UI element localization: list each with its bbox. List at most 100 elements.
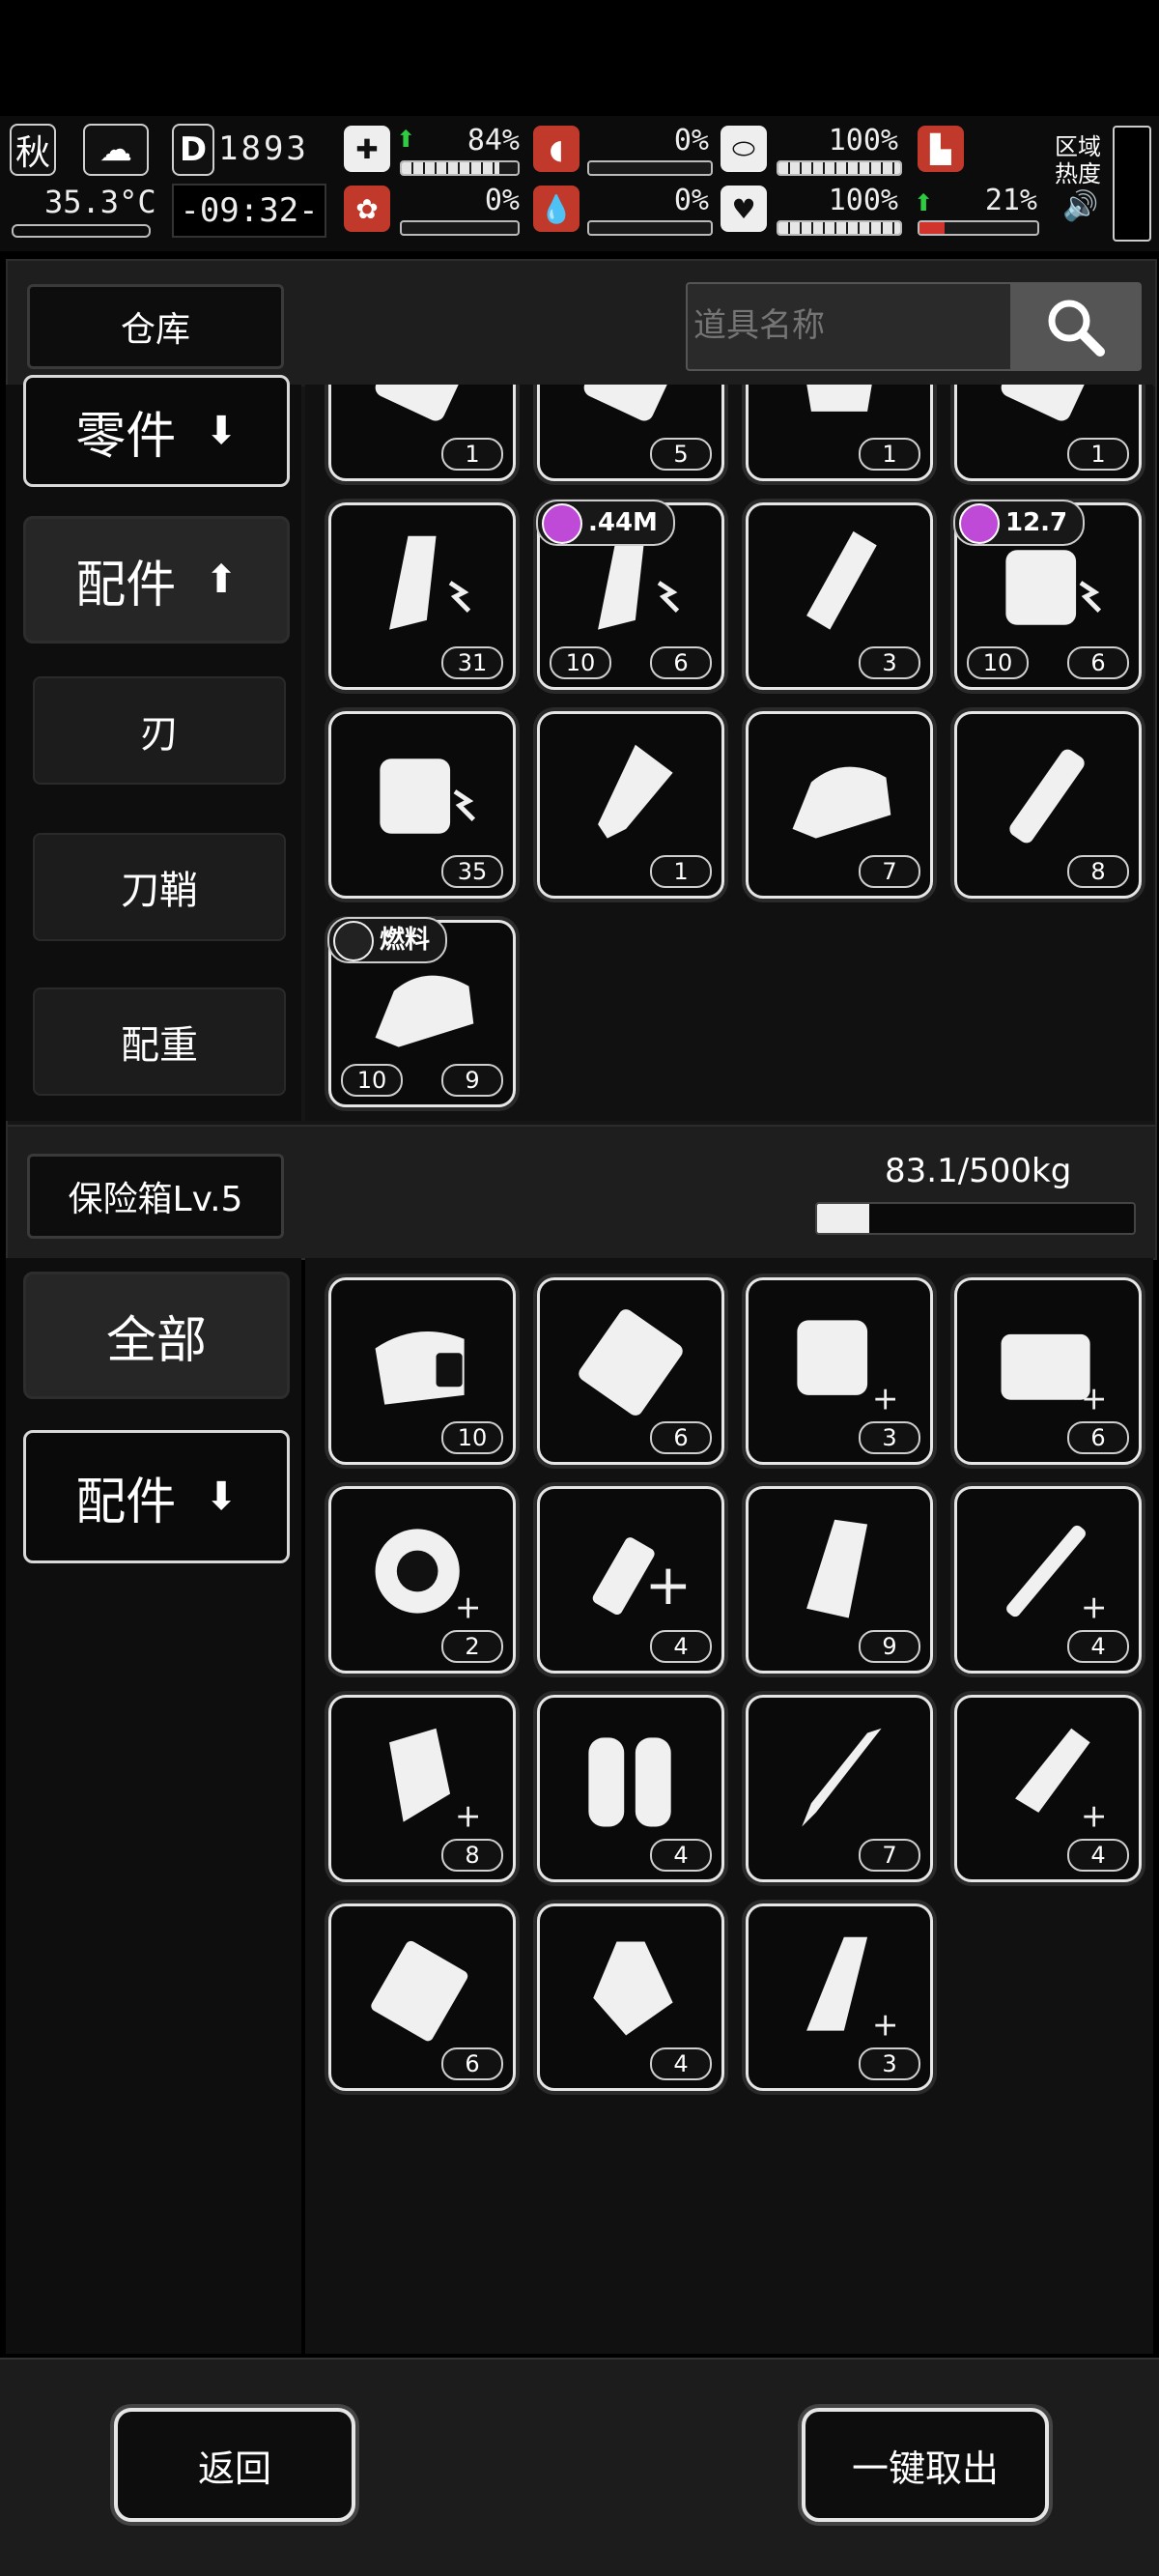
item-count: 4 [650,2047,712,2080]
knife-magazine-icon [806,530,877,630]
brain-icon: ✿ [344,186,390,232]
item-badge-label: .44M [588,508,658,537]
cloud-icon: ☁ [83,124,149,176]
health-bar [400,160,520,176]
heart-icon: ♥ [721,186,767,232]
grip-up-icon: + [1015,1728,1108,1834]
item-slot[interactable]: +8 [328,1695,516,1882]
drink-value: 100% [828,124,898,157]
item-slot[interactable]: 31 [328,502,516,690]
part-top2-icon [1001,385,1095,421]
item-slot[interactable]: +4 [954,1695,1142,1882]
item-slot[interactable]: 4 [537,1695,724,1882]
subcategory-sheath[interactable]: 刀鞘 [33,833,286,941]
svg-text:+: + [1081,1379,1108,1417]
item-secondary-count: 10 [341,1064,403,1097]
subcategory-counterweight[interactable]: 配重 [33,987,286,1096]
blade-top-icon [583,385,678,421]
item-count: 1 [650,855,712,888]
item-count: 6 [441,2047,503,2080]
subcategory-blade[interactable]: 刃 [33,676,286,785]
brain-value: 0% [484,184,520,217]
day-icon: D [172,124,214,176]
safe-item-grid: 10 6 +3 +6 +2 +4 9 +4 +8 4 7 +4 6 4 +3 [305,1258,1153,2354]
item-slot[interactable]: 1 [954,385,1142,481]
svg-text:+: + [1081,1796,1108,1834]
item-count: 6 [650,646,712,679]
blood-value: 0% [673,184,709,217]
item-count: 4 [650,1630,712,1663]
zone-heat-meter [1113,126,1151,242]
item-count: 8 [441,1839,503,1872]
arrow-up-icon: ⬆ [205,558,238,602]
status-hud: 秋 ☁ 35.3°C D 1893 -09:32- ✚ ⬆ 84% ◖ 0% ⬭… [0,116,1159,251]
item-slot[interactable]: 7 [746,711,933,899]
item-count: 7 [859,1839,920,1872]
blade-icon [802,1728,882,1827]
subcategory-label: 刃 [140,712,179,757]
svg-text:+: + [645,1552,693,1617]
item-slot[interactable]: 3 [746,502,933,690]
boot-icon: ▙ [918,126,964,172]
svg-text:+: + [455,1588,482,1625]
box-icon [371,1940,468,2042]
safe-weight-fill [817,1204,870,1233]
twin-tank-icon [588,1737,671,1827]
item-slot[interactable]: 6 [328,1903,516,2091]
item-slot[interactable]: +3 [746,1903,933,2091]
ammo-icon [959,503,1000,544]
ammo-icon [542,503,582,544]
item-slot[interactable]: 10 [328,1277,516,1465]
search-box [686,282,1142,371]
item-slot[interactable]: 6 10 .44M [536,500,724,690]
item-slot[interactable]: +4 [954,1486,1142,1674]
item-slot[interactable]: 7 [746,1695,933,1882]
item-slot[interactable]: +4 [537,1486,724,1674]
item-count: 10 [441,1421,503,1454]
item-slot[interactable]: 35 [328,711,516,899]
tube-plus-icon: + [592,1537,693,1617]
subcategory-label: 配重 [121,1023,198,1068]
item-slot[interactable]: 5 [537,385,724,481]
mag-up-icon: + [389,1728,482,1834]
clock: -09:32- [172,184,326,238]
svg-text:+: + [872,2005,899,2043]
item-slot[interactable]: 1 [328,385,516,481]
item-badge-label: 12.7 [1005,508,1068,537]
item-slot[interactable]: +2 [328,1486,516,1674]
category-accessories[interactable]: 配件 ⬆ [23,516,290,644]
item-slot[interactable]: +3 [746,1277,933,1465]
item-count: 9 [859,1630,920,1663]
safe-title: 保险箱Lv.5 [27,1154,284,1239]
category-label: 配件 [75,1473,177,1531]
item-slot[interactable]: 1 [537,711,724,899]
item-slot[interactable]: 6 [537,1277,724,1465]
subcategory-label: 刀鞘 [121,869,198,913]
item-slot[interactable]: 4 [537,1903,724,2091]
safe-weight: 83.1/500kg [885,1152,1072,1190]
category-parts[interactable]: 零件 ⬇ [23,375,290,487]
speaker-icon[interactable]: 🔊 [1062,189,1098,223]
search-button[interactable] [1010,284,1140,369]
item-count: 6 [1067,646,1129,679]
curved-magazine-icon [806,1519,868,1618]
item-slot[interactable]: 9 10 燃料 [327,917,516,1107]
item-slot[interactable]: 8 [954,711,1142,899]
day-counter: 1893 [218,129,309,168]
category-all[interactable]: 全部 [23,1272,290,1399]
item-count: 1 [859,438,920,471]
back-button[interactable]: 返回 [114,2408,355,2522]
category-accessories[interactable]: 配件 ⬇ [23,1430,290,1563]
item-slot[interactable]: +6 [954,1277,1142,1465]
category-label: 全部 [105,1311,207,1370]
capsule-icon: ⬭ [721,126,767,172]
item-slot[interactable]: 1 [746,385,933,481]
take-all-label: 一键取出 [851,2447,999,2490]
drink-bar [777,160,902,176]
item-slot[interactable]: 6 10 12.7 [953,500,1142,690]
take-all-button[interactable]: 一键取出 [802,2408,1049,2522]
stamina-value: 21% [984,184,1037,217]
item-slot[interactable]: 9 [746,1486,933,1674]
search-input[interactable] [692,290,1004,361]
mag-up2-icon: + [806,1936,899,2043]
